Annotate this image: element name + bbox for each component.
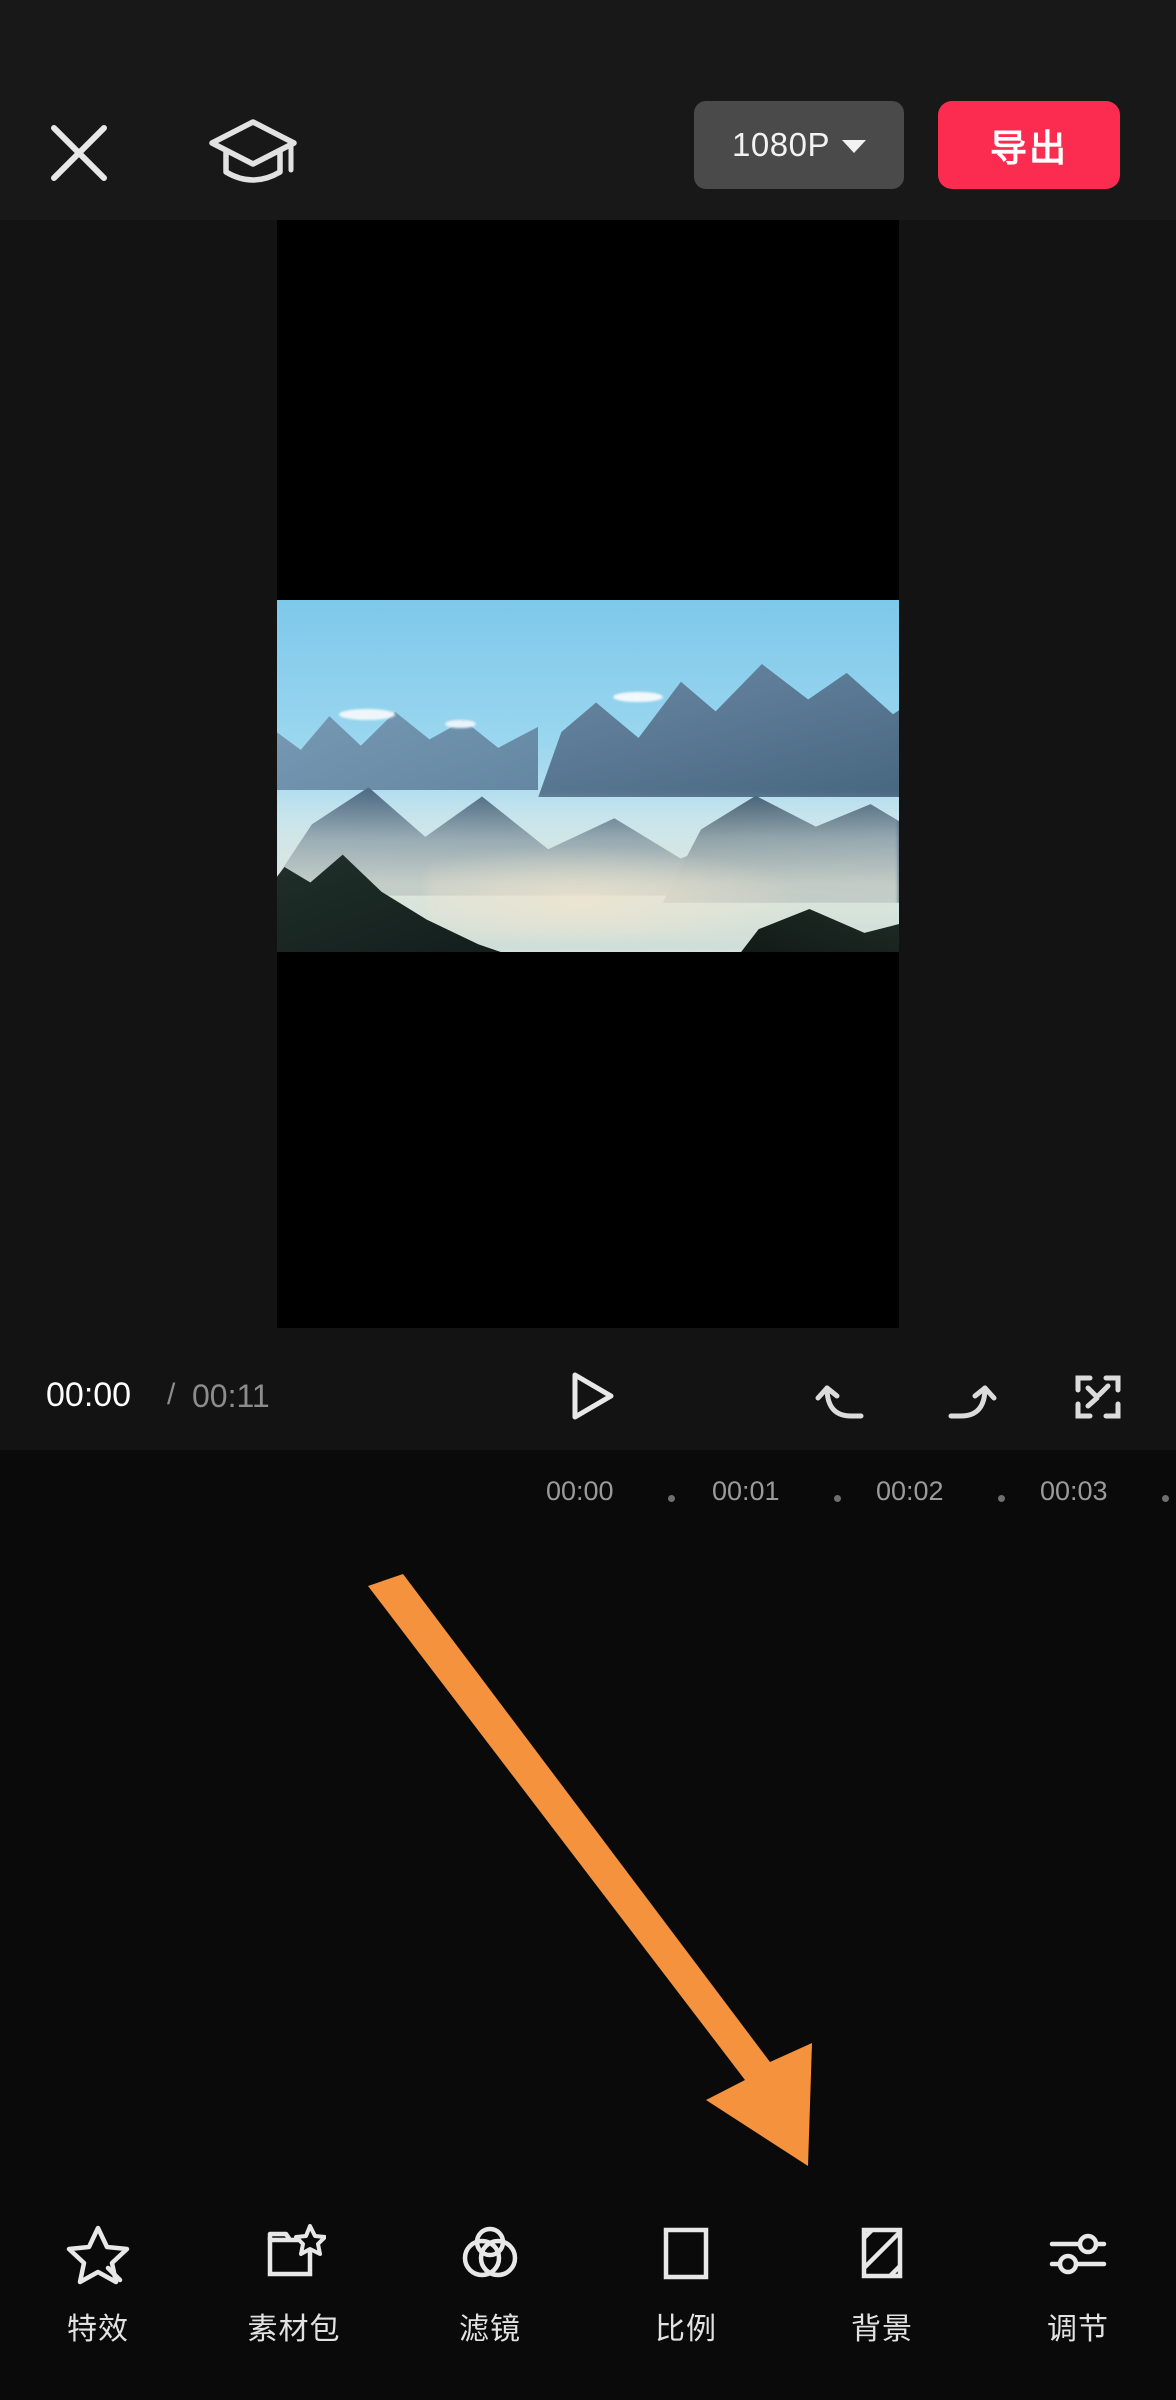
adjust-sliders-icon [1046, 2222, 1110, 2286]
ruler-tick-1: 00:01 [712, 1476, 780, 1506]
ruler-tick-0: 00:00 [546, 1476, 614, 1506]
toolbar-item-material-pack[interactable]: 素材包 [196, 2190, 392, 2400]
toolbar-label: 滤镜 [459, 2313, 521, 2346]
preview-area [0, 220, 1176, 1340]
graduation-cap-icon[interactable] [208, 116, 298, 190]
redo-icon[interactable] [945, 1372, 997, 1422]
export-label: 导出 [990, 128, 1068, 169]
ruler-dot [834, 1495, 841, 1502]
undo-icon[interactable] [815, 1372, 867, 1422]
time-separator: / [167, 1378, 176, 1411]
background-hatch-icon [850, 2222, 914, 2286]
playback-bar: 00:00 / 00:11 [0, 1340, 1176, 1450]
preview-canvas[interactable] [277, 220, 899, 1328]
toolbar-label: 素材包 [247, 2313, 341, 2346]
toolbar-label: 比例 [655, 2313, 717, 2346]
toolbar-item-effects[interactable]: 特效 [0, 2190, 196, 2400]
toolbar-label: 调节 [1047, 2313, 1109, 2346]
toolbar-item-aspect-ratio[interactable]: 比例 [588, 2190, 784, 2400]
fullscreen-icon[interactable] [1072, 1372, 1124, 1422]
toolbar-item-filter[interactable]: 滤镜 [392, 2190, 588, 2400]
ruler-dot [998, 1495, 1005, 1502]
chevron-down-icon [841, 140, 866, 153]
timeline-ruler[interactable]: 00:00 00:01 00:02 00:03 [0, 1450, 1176, 1536]
toolbar-label: 背景 [851, 2313, 913, 2346]
ruler-dot [668, 1495, 675, 1502]
export-button[interactable]: 导出 [938, 101, 1120, 189]
aspect-ratio-icon [654, 2222, 718, 2286]
sparkle-star-icon [66, 2222, 130, 2286]
ruler-dot [1162, 1495, 1169, 1502]
close-icon[interactable] [48, 122, 110, 184]
top-bar: 1080P 导出 [0, 0, 1176, 220]
toolbar-item-adjust[interactable]: 调节 [980, 2190, 1176, 2400]
toolbar-label: 特效 [67, 2313, 129, 2346]
ruler-tick-2: 00:02 [876, 1476, 944, 1506]
timeline-panel[interactable]: 00:00 00:01 00:02 00:03 关闭原声 [0, 1450, 1176, 2250]
total-time: 00:11 [192, 1378, 270, 1414]
video-editor-screen: 1080P 导出 00:00 / 00:11 00:00 00:01 00:02… [0, 0, 1176, 2400]
material-pack-icon [262, 2222, 326, 2286]
bottom-toolbar: 特效 素材包 滤镜 比例 背景 调节 [0, 2190, 1176, 2400]
current-time: 00:00 [46, 1376, 132, 1414]
filter-circles-icon [458, 2222, 522, 2286]
ruler-tick-3: 00:03 [1040, 1476, 1108, 1506]
play-icon[interactable] [565, 1370, 617, 1422]
resolution-button[interactable]: 1080P [694, 101, 904, 189]
toolbar-item-background[interactable]: 背景 [784, 2190, 980, 2400]
preview-video-frame [277, 600, 899, 952]
resolution-label: 1080P [732, 126, 830, 163]
